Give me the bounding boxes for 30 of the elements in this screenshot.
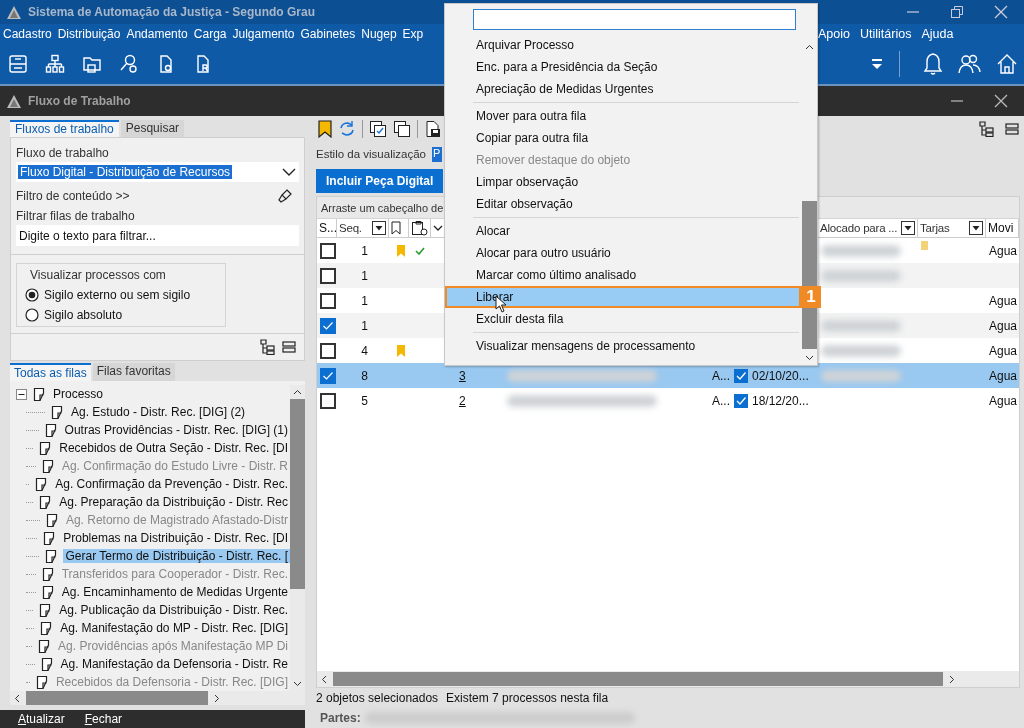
table-cell: 18/12/20...	[752, 393, 809, 408]
table-cell: Agua	[989, 343, 1018, 358]
table-cell: 1	[361, 318, 368, 333]
field-label: Fluxo de trabalho	[16, 146, 110, 160]
table-cell: Agua	[989, 293, 1018, 308]
group-hint: Arraste um cabeçalho de	[321, 201, 444, 214]
radio-label: Sigilo externo ou sem sigilo	[44, 288, 191, 302]
app-title: Sistema de Automação da Justiça - Segundo Grau	[28, 5, 315, 19]
table-cell: 1	[361, 293, 368, 308]
table-cell: 02/10/20...	[752, 368, 809, 383]
view-style-label: Estilo da visualização	[316, 148, 426, 160]
table-cell: 4	[361, 343, 368, 358]
group-legend: Visualizar processos com	[30, 268, 166, 282]
status-text: Existem 7 processos nesta fila	[446, 691, 609, 705]
table-cell-text: A...	[712, 368, 731, 383]
table-cell: Agua	[989, 393, 1018, 408]
radio-label: Sigilo absoluto	[44, 308, 123, 322]
step-badge: 1	[801, 286, 821, 308]
table-cell: Agua	[989, 368, 1018, 383]
table-cell: 1	[361, 243, 368, 258]
table-cell: Agua	[989, 318, 1018, 333]
table-cell-text: A...	[712, 393, 731, 408]
table-cell: 1	[361, 268, 368, 283]
status-text: 2 objetos selecionados	[316, 691, 439, 705]
parts-label: Partes:	[320, 711, 361, 725]
field-label: Filtrar filas de trabalho	[16, 209, 136, 223]
window-title: Fluxo de Trabalho	[28, 94, 131, 108]
table-cell: 8	[361, 368, 368, 383]
table-cell: Agua	[989, 243, 1018, 258]
table-cell: 5	[361, 393, 368, 408]
